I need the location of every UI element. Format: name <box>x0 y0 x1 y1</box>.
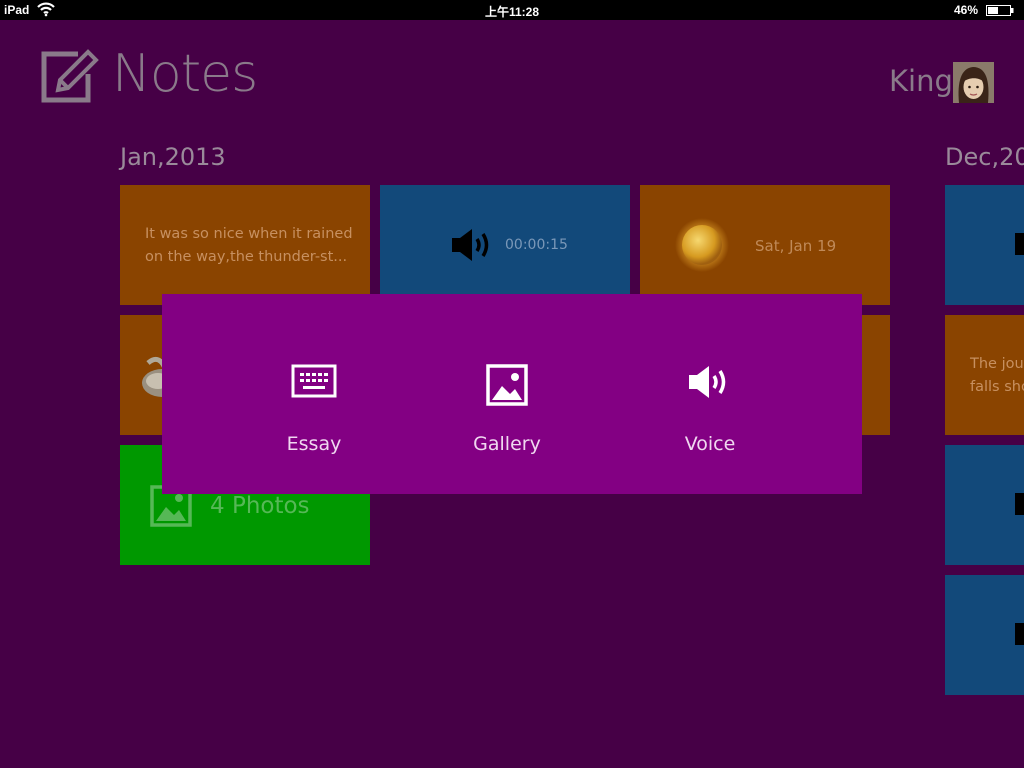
essay-label: Essay <box>286 433 342 455</box>
note-preview-text: The jou falls sho <box>970 356 1024 395</box>
status-bar: iPad 上午11:28 46% <box>0 0 1024 20</box>
group-title-jan-2013: Jan,2013 <box>120 143 226 171</box>
gallery-label: Gallery <box>473 433 541 455</box>
notes-edit-icon <box>41 49 99 103</box>
user-name[interactable]: King <box>889 64 953 98</box>
user-avatar[interactable] <box>953 62 994 103</box>
note-tile-text[interactable]: It was so nice when it rained on the way… <box>120 185 370 305</box>
note-tile-blue[interactable] <box>945 575 1024 695</box>
essay-option[interactable]: Essay <box>234 294 394 494</box>
photos-count: 4 Photos <box>210 493 310 519</box>
note-tile-text[interactable]: The jou falls sho <box>945 315 1024 435</box>
sun-icon <box>675 218 729 272</box>
image-icon <box>486 364 528 406</box>
note-tile-blue[interactable] <box>945 185 1024 305</box>
note-tile-voice[interactable]: 00:00:15 <box>380 185 630 305</box>
keyboard-icon <box>291 364 337 398</box>
speaker-icon <box>689 366 726 398</box>
voice-label: Voice <box>684 433 736 455</box>
note-tile-blue[interactable] <box>945 445 1024 565</box>
weather-date: Sat, Jan 19 <box>755 237 837 255</box>
speaker-icon <box>1015 623 1024 645</box>
app-title: Notes <box>112 44 258 104</box>
clock: 上午11:28 <box>484 5 540 19</box>
speaker-icon <box>1015 233 1024 255</box>
gallery-option[interactable]: Gallery <box>427 294 587 494</box>
note-tile-weather[interactable]: Sat, Jan 19 <box>640 185 890 305</box>
voice-option[interactable]: Voice <box>630 294 790 494</box>
battery-icon <box>986 5 1014 16</box>
battery-percent: 46% <box>953 3 978 17</box>
speaker-icon <box>452 229 489 261</box>
voice-duration: 00:00:15 <box>505 237 568 253</box>
speaker-icon <box>1015 493 1024 515</box>
note-preview-text: It was so nice when it rained on the way… <box>145 226 353 265</box>
new-note-popup: Essay Gallery Voice <box>162 294 862 494</box>
group-title-dec: Dec,20 <box>945 143 1024 171</box>
